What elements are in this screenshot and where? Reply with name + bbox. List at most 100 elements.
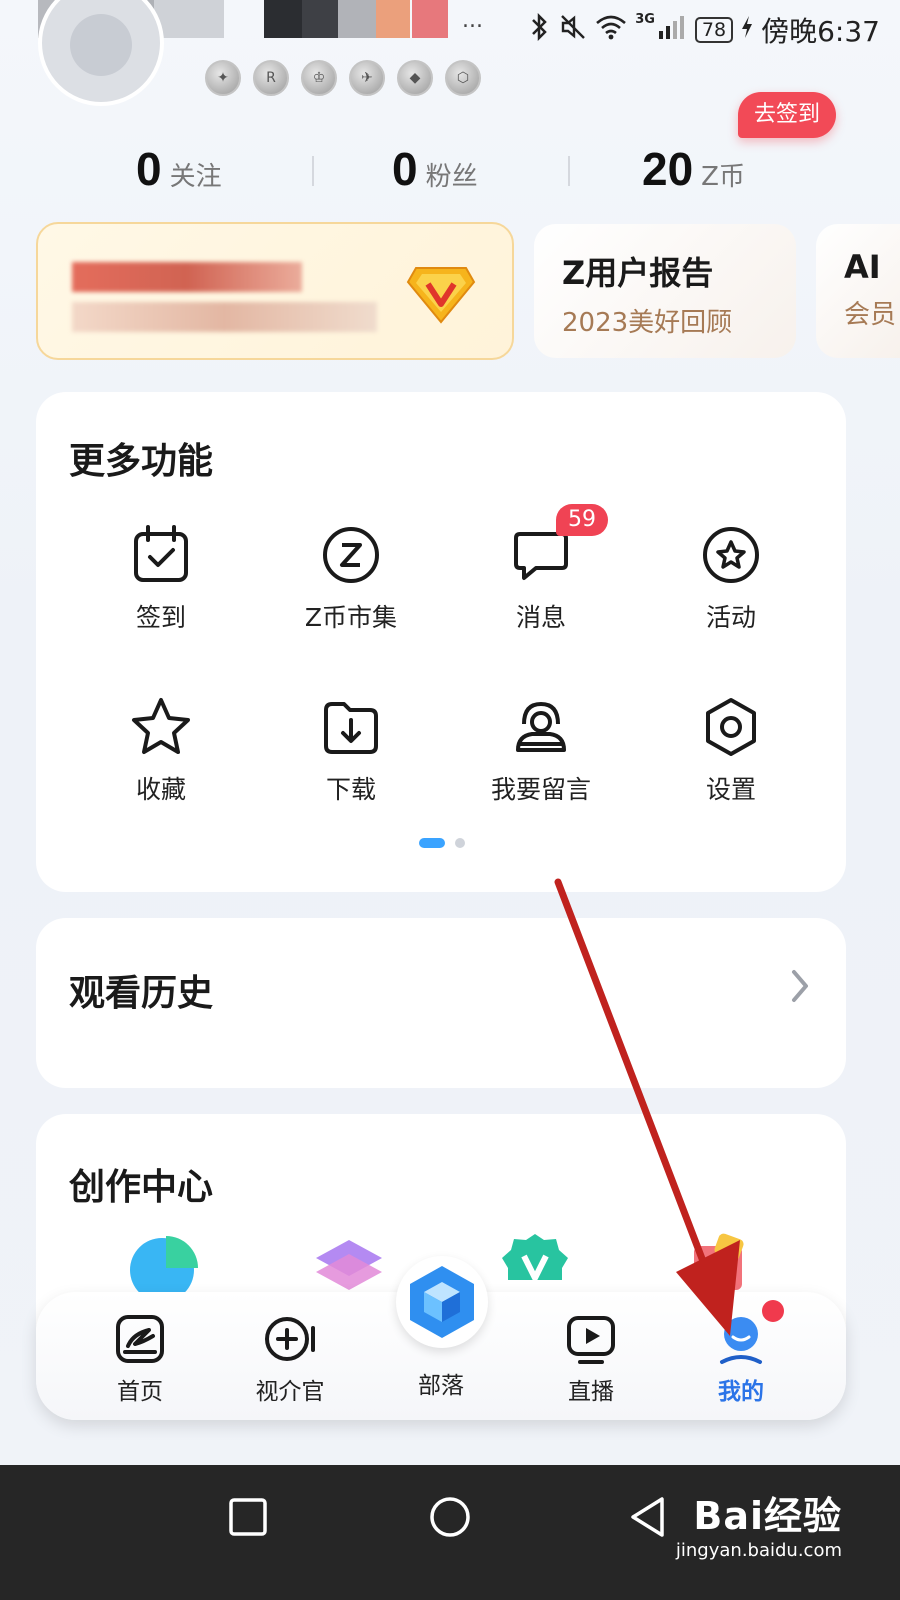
fans-label: 粉丝 xyxy=(425,162,478,192)
headset-icon xyxy=(516,701,566,752)
wifi-icon xyxy=(595,13,627,47)
ai-card-subtitle: 会员 xyxy=(844,300,897,330)
stat-divider xyxy=(312,156,314,186)
page-dot-active xyxy=(419,838,445,848)
fans-count: 0 xyxy=(392,143,418,195)
user-report-title: Z用户报告 xyxy=(562,254,714,292)
feature-label: 消息 xyxy=(515,603,566,632)
medal-icon: ♔ xyxy=(301,60,337,96)
star-circle-icon xyxy=(703,527,759,583)
verified-v-icon[interactable] xyxy=(500,1230,570,1294)
fans-stat[interactable]: 0 粉丝 xyxy=(392,142,478,196)
system-navigation-bar: Bai经验 jingyan.baidu.com xyxy=(0,1465,900,1600)
nav-tribe[interactable]: 部落 xyxy=(381,1366,501,1400)
following-label: 关注 xyxy=(169,162,222,192)
calendar-check-icon xyxy=(134,525,188,582)
notification-dot xyxy=(762,1300,784,1322)
feature-label: 收藏 xyxy=(135,775,186,804)
star-icon xyxy=(132,698,190,754)
blurred-text xyxy=(72,302,377,332)
feature-leave-message[interactable]: 我要留言 xyxy=(446,694,636,806)
nav-label: 部落 xyxy=(418,1373,464,1399)
watermark-brand: Bai经验 xyxy=(693,1494,842,1538)
download-folder-icon xyxy=(324,702,378,754)
coin-count: 20 xyxy=(642,143,694,195)
z-coin-icon xyxy=(323,527,379,583)
layers-icon[interactable] xyxy=(312,1232,386,1294)
network-type-label: 3G xyxy=(635,12,655,27)
charging-icon xyxy=(741,15,753,45)
page-indicator xyxy=(419,838,465,848)
feature-label: 活动 xyxy=(705,603,756,632)
feature-label: 签到 xyxy=(135,603,186,632)
daily-signin-button[interactable]: 去签到 xyxy=(738,92,837,138)
more-features-title: 更多功能 xyxy=(69,441,214,482)
status-time: 傍晚6:37 xyxy=(761,15,880,48)
recent-apps-icon[interactable] xyxy=(228,1497,268,1537)
vip-membership-card[interactable] xyxy=(36,222,514,360)
watch-history-title: 观看历史 xyxy=(69,973,214,1014)
page-dot xyxy=(455,838,465,848)
watermark: Bai经验 jingyan.baidu.com xyxy=(676,1485,842,1561)
following-count: 0 xyxy=(136,143,162,195)
nav-home[interactable]: 首页 xyxy=(80,1312,200,1406)
battery-level: 78 xyxy=(694,17,734,43)
watermark-url: jingyan.baidu.com xyxy=(675,1540,842,1561)
nav-live[interactable]: 直播 xyxy=(531,1312,651,1406)
home-z-icon xyxy=(116,1315,164,1363)
bottom-navigation-bar: 首页 视介官 部落 直播 我的 xyxy=(36,1256,846,1420)
medal-icon: R xyxy=(253,60,289,96)
nav-label: 视介官 xyxy=(255,1379,325,1405)
ai-card-title: AI xyxy=(844,248,881,286)
hexagon-settings-icon xyxy=(706,698,756,756)
nav-label: 首页 xyxy=(117,1379,163,1405)
feature-label: Z币市集 xyxy=(304,603,398,632)
feature-signin[interactable]: 签到 xyxy=(66,522,256,634)
stat-divider xyxy=(568,156,570,186)
coin-label: Z币 xyxy=(701,162,745,192)
user-report-subtitle: 2023美好回顾 xyxy=(562,308,733,338)
message-count-badge: 59 xyxy=(556,504,608,536)
avatar[interactable] xyxy=(38,0,164,106)
mute-icon xyxy=(559,13,587,47)
cube-icon xyxy=(410,1266,474,1338)
blurred-text xyxy=(72,262,302,292)
chevron-right-icon[interactable] xyxy=(788,966,812,1006)
user-report-card[interactable]: Z用户报告 2023美好回顾 xyxy=(534,224,796,358)
feature-favorites[interactable]: 收藏 xyxy=(66,694,256,806)
video-plus-icon xyxy=(265,1317,315,1361)
nav-label: 我的 xyxy=(718,1379,764,1405)
status-right-group: 3G 78 傍晚6:37 xyxy=(529,10,880,50)
more-features-panel: 更多功能 签到 Z币市集 59 消息 活动 收藏 下载 我要留言 设置 xyxy=(36,392,846,892)
watch-history-panel[interactable]: 观看历史 xyxy=(36,918,846,1088)
feature-downloads[interactable]: 下载 xyxy=(256,694,446,806)
medal-icon: ◆ xyxy=(397,60,433,96)
back-triangle-icon[interactable] xyxy=(628,1495,668,1539)
feature-label: 我要留言 xyxy=(490,775,591,804)
feature-activities[interactable]: 活动 xyxy=(636,522,826,634)
nav-me[interactable]: 我的 xyxy=(681,1312,801,1406)
feature-settings[interactable]: 设置 xyxy=(636,694,826,806)
ai-card[interactable]: AI 会员 xyxy=(816,224,900,358)
feature-label: 设置 xyxy=(705,775,756,804)
medal-icon: ✦ xyxy=(205,60,241,96)
vip-diamond-icon xyxy=(406,267,476,324)
nav-video-creator[interactable]: 视介官 xyxy=(230,1312,350,1406)
signal-icon xyxy=(657,13,687,47)
coin-stat[interactable]: 20 Z币 xyxy=(642,142,745,196)
home-circle-icon[interactable] xyxy=(428,1495,472,1539)
feature-z-coin-market[interactable]: Z币市集 xyxy=(256,522,446,634)
profile-icon xyxy=(720,1317,762,1364)
status-overflow-dots: ... xyxy=(462,8,483,33)
medal-icon: ✈ xyxy=(349,60,385,96)
card-icon[interactable] xyxy=(686,1232,750,1294)
creation-center-title: 创作中心 xyxy=(69,1167,214,1208)
pie-chart-icon[interactable] xyxy=(128,1234,200,1294)
feature-messages[interactable]: 59 消息 xyxy=(446,504,636,634)
feature-label: 下载 xyxy=(325,775,376,804)
badge-row[interactable]: ✦ R ♔ ✈ ◆ ⬡ xyxy=(205,60,481,96)
nav-tribe-button-bg[interactable] xyxy=(396,1256,488,1348)
bluetooth-icon xyxy=(529,12,551,47)
following-stat[interactable]: 0 关注 xyxy=(136,142,222,196)
medal-icon: ⬡ xyxy=(445,60,481,96)
